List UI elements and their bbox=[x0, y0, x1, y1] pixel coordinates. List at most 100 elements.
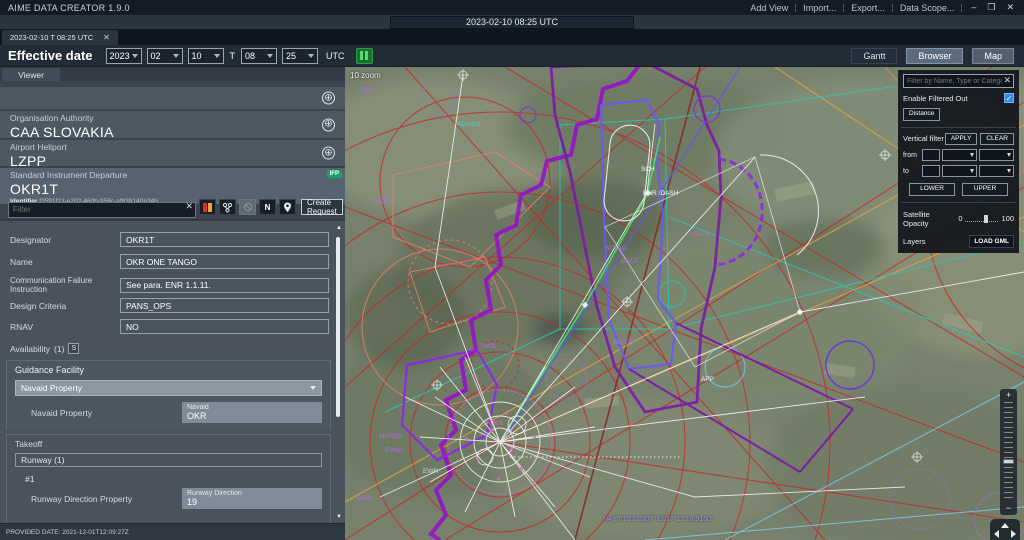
utc-label: UTC bbox=[326, 51, 345, 61]
day-select[interactable]: 10 bbox=[188, 48, 224, 64]
opacity-max: 100 bbox=[1001, 214, 1014, 223]
field-value-input[interactable]: NO bbox=[120, 319, 329, 334]
field-label: Name bbox=[10, 257, 120, 267]
chevron-down-icon bbox=[1007, 153, 1011, 157]
to-label: to bbox=[903, 168, 920, 175]
opacity-min: 0 bbox=[958, 214, 962, 223]
location-pin-icon[interactable] bbox=[279, 199, 296, 215]
disabled-tool-icon bbox=[239, 199, 256, 215]
from-unit-select[interactable] bbox=[942, 149, 977, 161]
opacity-slider[interactable] bbox=[965, 215, 998, 222]
from-reference-select[interactable] bbox=[979, 149, 1014, 161]
lower-button[interactable]: LOWER bbox=[909, 183, 955, 196]
zoom-track[interactable] bbox=[1004, 402, 1013, 502]
to-unit-select[interactable] bbox=[942, 165, 977, 177]
clear-button[interactable]: CLEAR bbox=[980, 133, 1014, 146]
map-label: GOM bbox=[357, 495, 373, 502]
gantt-button[interactable]: Gantt bbox=[851, 48, 897, 64]
navaid-property-row: Navaid Property Navaid OKR bbox=[31, 402, 322, 423]
provided-date-bar: PROVIDED DATE: 2021-12-01T12:09:27Z bbox=[0, 523, 345, 540]
chevron-down-icon bbox=[1007, 169, 1011, 173]
vertical-filter-label: Vertical filter bbox=[903, 134, 944, 143]
menu-import[interactable]: Import... bbox=[803, 3, 836, 13]
field-value-input[interactable]: OKR1T bbox=[120, 232, 329, 247]
map-filter-panel: ✕ Enable Filtered Out ✓ Distance Vertica… bbox=[898, 70, 1019, 253]
to-value-input[interactable] bbox=[922, 165, 940, 177]
upper-button[interactable]: UPPER bbox=[962, 183, 1008, 196]
field-label: Designator bbox=[10, 235, 120, 245]
year-select[interactable]: 2023 bbox=[106, 48, 142, 64]
expand-circle-icon[interactable]: ⊕ bbox=[322, 118, 335, 131]
from-label: from bbox=[903, 152, 920, 159]
browser-button[interactable]: Browser bbox=[906, 48, 963, 64]
hour-select[interactable]: 08 bbox=[241, 48, 277, 64]
availability-badge[interactable]: S bbox=[68, 343, 79, 354]
map-viewport[interactable]: SCH ENR /DASH AGUSU TEKLU SOMIG BSOT NAL… bbox=[345, 67, 1024, 540]
navaid-value-box[interactable]: Navaid OKR bbox=[182, 402, 322, 423]
field-design-criteria: Design Criteria PANS_OPS bbox=[10, 298, 329, 313]
takeoff-title: Takeoff bbox=[15, 439, 322, 449]
expand-circle-icon[interactable]: ⊕ bbox=[322, 92, 335, 105]
enable-filtered-out-checkbox[interactable]: ✓ bbox=[1004, 93, 1014, 103]
field-value-input[interactable]: See para. ENR 1.1.11. bbox=[120, 278, 329, 293]
ifp-badge: IFP bbox=[327, 170, 342, 178]
empty-section-row[interactable]: ⊕ bbox=[0, 87, 345, 109]
from-value-input[interactable] bbox=[922, 149, 940, 161]
north-icon[interactable]: N bbox=[259, 199, 276, 215]
apply-button[interactable]: APPLY bbox=[945, 133, 977, 146]
distance-button[interactable]: Distance bbox=[903, 108, 940, 121]
map-search-input[interactable] bbox=[903, 74, 1014, 88]
zoom-out-icon[interactable]: − bbox=[1006, 504, 1011, 513]
effective-date-toolbar: Effective date 2023 02 10 T 08 25 UTC Ga… bbox=[0, 45, 1024, 67]
restore-icon[interactable]: ❐ bbox=[985, 3, 997, 12]
field-value-input[interactable]: OKR ONE TANGO bbox=[120, 254, 329, 269]
clear-filter-icon[interactable]: ✕ bbox=[185, 201, 193, 212]
month-select[interactable]: 02 bbox=[147, 48, 183, 64]
vertical-filter-row: Vertical filter APPLY CLEAR bbox=[903, 133, 1014, 146]
scroll-down-icon[interactable]: ▼ bbox=[336, 514, 342, 520]
organisation-authority-label: Organisation Authority bbox=[10, 113, 335, 123]
menu-data-scope[interactable]: Data Scope... bbox=[900, 3, 955, 13]
schema-icon[interactable] bbox=[219, 199, 236, 215]
opacity-slider-handle[interactable] bbox=[984, 215, 988, 223]
map-pan-control[interactable] bbox=[990, 519, 1020, 540]
pause-button[interactable] bbox=[356, 48, 373, 64]
field-value-input[interactable]: PANS_OPS bbox=[120, 298, 329, 313]
menu-export[interactable]: Export... bbox=[851, 3, 885, 13]
minute-select[interactable]: 25 bbox=[282, 48, 318, 64]
chevron-down-icon bbox=[970, 169, 974, 173]
flag-legend-icon[interactable] bbox=[199, 199, 216, 215]
zoom-in-icon[interactable]: + bbox=[1006, 391, 1011, 400]
datetime-bar: 2023-02-10 08:25 UTC bbox=[0, 15, 1024, 29]
close-icon[interactable]: ✕ bbox=[1004, 3, 1016, 12]
tab-effective-date[interactable]: 2023-02-10 T 08:25 UTC ✕ bbox=[2, 30, 118, 45]
pan-left-icon[interactable] bbox=[994, 530, 999, 538]
panel-divider bbox=[901, 202, 1016, 203]
guidance-facility-dropdown[interactable]: Navaid Property bbox=[15, 380, 322, 396]
scroll-up-icon[interactable]: ▲ bbox=[336, 225, 342, 231]
airport-heliport-row[interactable]: Airport Heliport LZPP ⊕ bbox=[0, 140, 345, 166]
tab-viewer[interactable]: Viewer bbox=[2, 68, 60, 81]
clear-search-icon[interactable]: ✕ bbox=[1003, 75, 1011, 86]
tab-close-icon[interactable]: ✕ bbox=[103, 33, 110, 42]
pan-right-icon[interactable] bbox=[1011, 530, 1016, 538]
runway-direction-value: 19 bbox=[187, 497, 317, 507]
map-button[interactable]: Map bbox=[972, 48, 1014, 64]
load-gml-button[interactable]: LOAD GML bbox=[969, 235, 1014, 248]
guidance-facility-title: Guidance Facility bbox=[15, 365, 322, 375]
minimize-icon[interactable]: – bbox=[969, 3, 978, 12]
runway-direction-value-box[interactable]: Runway Direction 19 bbox=[182, 488, 322, 509]
sidebar-scrollbar[interactable] bbox=[336, 237, 340, 417]
zoom-slider-handle[interactable] bbox=[1003, 459, 1014, 464]
create-request-button[interactable]: Create Request bbox=[301, 199, 343, 215]
organisation-authority-row[interactable]: Organisation Authority CAA SLOVAKIA ⊕ bbox=[0, 111, 345, 138]
runway-collection-box[interactable]: Runway (1) bbox=[15, 453, 322, 467]
to-reference-select[interactable] bbox=[979, 165, 1014, 177]
map-label: APP bbox=[701, 376, 714, 383]
pan-up-icon[interactable] bbox=[1001, 523, 1009, 528]
expand-circle-icon[interactable]: ⊕ bbox=[322, 147, 335, 160]
filter-input[interactable] bbox=[8, 202, 196, 218]
lower-upper-row: LOWER UPPER bbox=[903, 183, 1014, 196]
menu-add-view[interactable]: Add View bbox=[750, 3, 788, 13]
map-zoom-slider[interactable]: + − bbox=[1000, 389, 1017, 515]
